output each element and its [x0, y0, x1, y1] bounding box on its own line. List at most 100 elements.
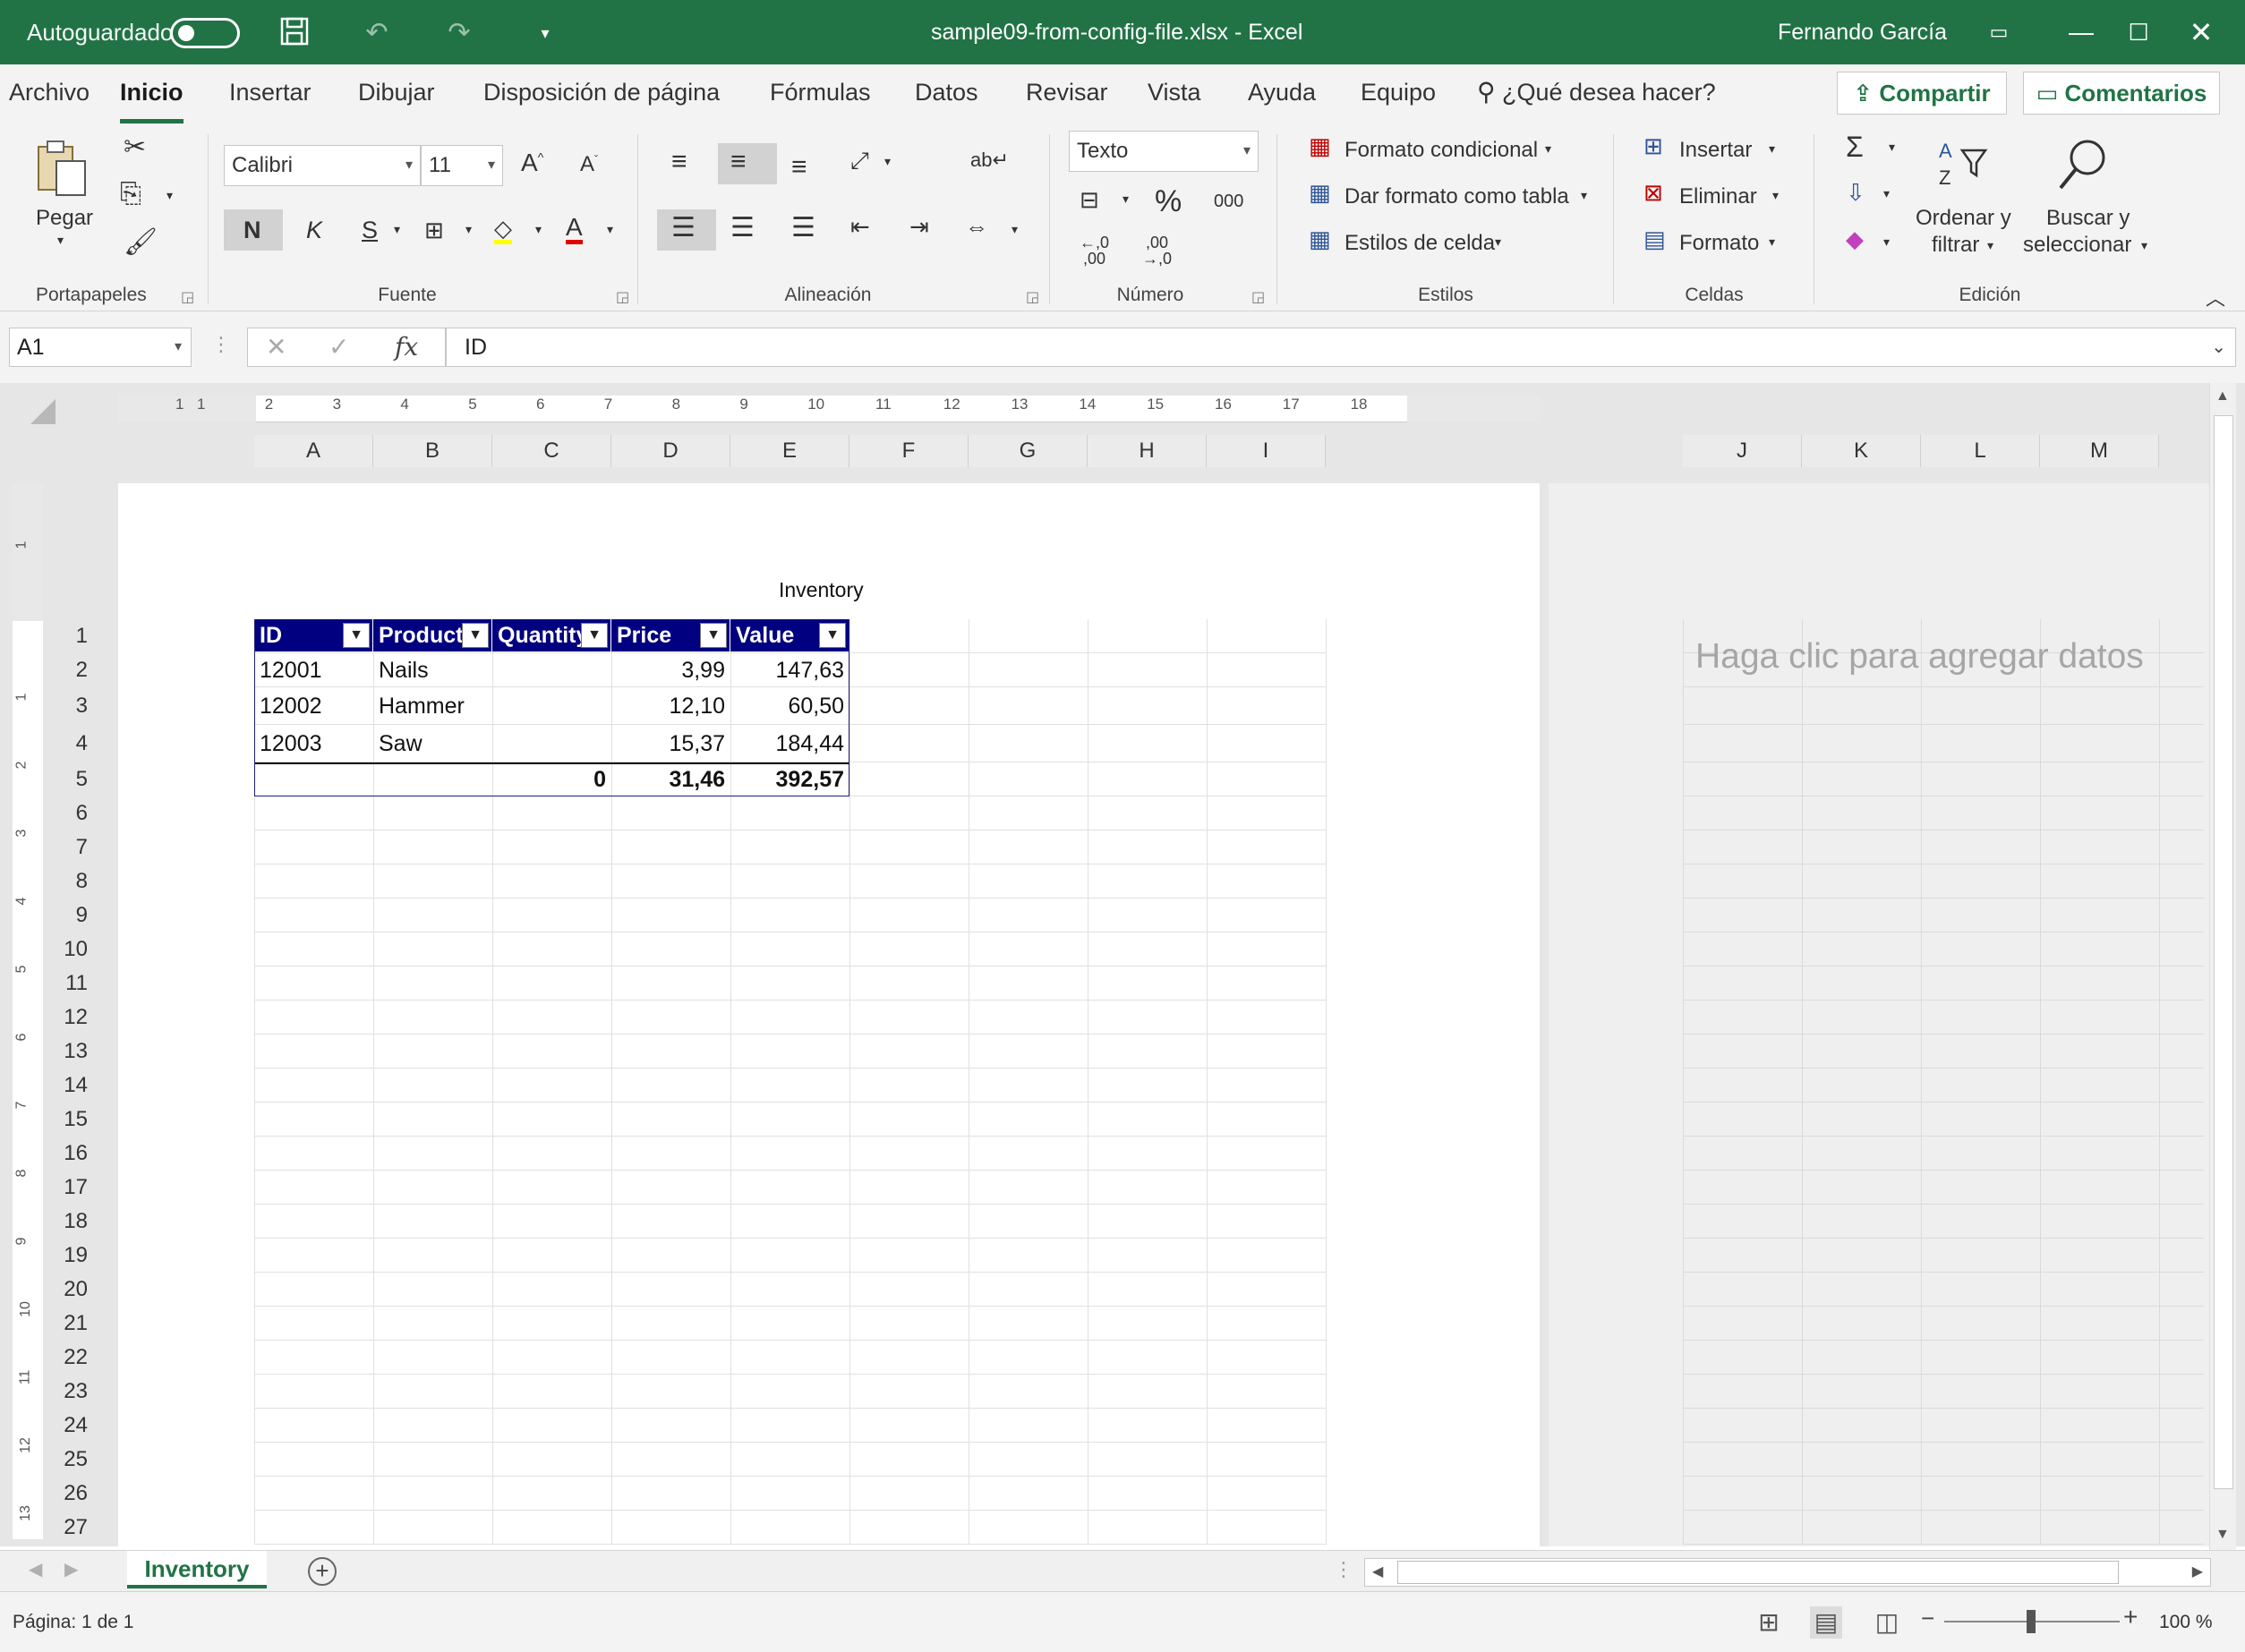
sort-filter-label-1[interactable]: Ordenar y [1916, 206, 2011, 231]
table-cell[interactable]: 60,50 [730, 687, 849, 725]
find-select-label-2[interactable]: seleccionar [2023, 233, 2131, 258]
fill-icon[interactable]: ⇩ [1846, 181, 1865, 204]
row-header[interactable]: 18 [47, 1205, 90, 1239]
total-cell[interactable] [373, 762, 492, 796]
total-cell[interactable]: 392,57 [730, 762, 849, 796]
font-name-box[interactable]: Calibri ▾ [224, 145, 421, 186]
tell-me-box[interactable]: ⚲ ¿Qué desea hacer? [1477, 64, 1716, 123]
row-header[interactable]: 26 [47, 1477, 90, 1511]
bold-button[interactable]: N [243, 217, 261, 244]
increase-decimal-icon[interactable]: ←,0,00 [1080, 234, 1109, 267]
borders-icon[interactable]: ⊞ [424, 218, 444, 242]
decrease-decimal-icon[interactable]: ,00 →,0 [1142, 234, 1172, 267]
row-header[interactable]: 3 [47, 687, 90, 725]
insert-function-icon[interactable]: fx [395, 332, 418, 362]
comments-button[interactable]: ▭ Comentarios [2023, 72, 2220, 115]
row-header[interactable]: 19 [47, 1239, 90, 1273]
table-cell[interactable]: 12,10 [611, 687, 730, 725]
table-cell[interactable]: 15,37 [611, 725, 730, 762]
cell-styles-dropdown-icon[interactable]: ▾ [1495, 234, 1501, 250]
total-cell[interactable]: 31,46 [611, 762, 730, 796]
column-header[interactable]: H [1088, 435, 1207, 467]
zoom-slider-thumb[interactable] [2027, 1610, 2036, 1633]
table-cell[interactable]: Hammer [373, 687, 492, 725]
decrease-indent-icon[interactable]: ⇤ [850, 215, 870, 238]
row-header[interactable]: 17 [47, 1171, 90, 1205]
row-header[interactable]: 1 [47, 619, 90, 653]
italic-button[interactable]: K [306, 217, 322, 244]
add-sheet-icon[interactable]: + [308, 1557, 337, 1586]
orientation-icon[interactable]: ⤢ [850, 149, 869, 172]
paste-label[interactable]: Pegar [36, 206, 93, 231]
prev-sheet-icon[interactable]: ◀ [29, 1558, 42, 1580]
enter-icon[interactable]: ✓ [329, 332, 349, 362]
formula-input[interactable]: ID ⌄ [446, 328, 2236, 367]
tab-datos[interactable]: Datos [915, 64, 978, 123]
merge-dropdown-icon[interactable]: ▾ [1012, 222, 1018, 237]
horizontal-scroll-thumb[interactable] [1397, 1561, 2119, 1584]
filter-dropdown-icon[interactable]: ▼ [700, 623, 727, 648]
align-bottom-icon[interactable]: ≡ [791, 154, 807, 181]
copy-dropdown-icon[interactable]: ▾ [166, 188, 173, 203]
vertical-scrollbar[interactable]: ▲ ▼ [2209, 383, 2236, 1552]
row-header[interactable]: 15 [47, 1103, 90, 1137]
accounting-format-icon[interactable]: ⊟ [1080, 188, 1099, 211]
row-header[interactable]: 13 [47, 1035, 90, 1069]
user-name[interactable]: Fernando García [1778, 0, 1947, 64]
conditional-format-button[interactable]: Formato condicional [1344, 138, 1538, 163]
table-cell[interactable]: 12001 [254, 653, 373, 687]
clear-icon[interactable]: ◆ [1846, 227, 1864, 251]
delete-dropdown-icon[interactable]: ▾ [1772, 188, 1779, 203]
row-header[interactable]: 25 [47, 1443, 90, 1477]
wrap-text-icon[interactable]: ab↵ [970, 150, 1009, 170]
total-cell[interactable]: 0 [492, 762, 611, 796]
row-header[interactable]: 27 [47, 1511, 90, 1545]
filter-dropdown-icon[interactable]: ▼ [819, 623, 846, 648]
name-box[interactable]: A1 ▾ [9, 328, 192, 367]
filter-dropdown-icon[interactable]: ▼ [343, 623, 370, 648]
row-header[interactable]: 8 [47, 864, 90, 898]
table-cell[interactable]: 12002 [254, 687, 373, 725]
autosave-toggle[interactable] [170, 18, 240, 48]
format-as-table-dropdown-icon[interactable]: ▾ [1581, 188, 1587, 203]
table-cell[interactable] [492, 653, 611, 687]
underline-dropdown-icon[interactable]: ▾ [394, 222, 400, 237]
sort-filter-dropdown-icon[interactable]: ▾ [1987, 238, 1993, 253]
number-format-box[interactable]: Texto ▾ [1069, 131, 1259, 172]
tab-split-grip-icon[interactable]: ⋮ [1334, 1558, 1353, 1581]
row-header[interactable]: 21 [47, 1307, 90, 1341]
zoom-out-icon[interactable]: − [1921, 1605, 1934, 1632]
tab-formulas[interactable]: Fórmulas [770, 64, 871, 123]
row-header[interactable]: 16 [47, 1137, 90, 1171]
number-launcher-icon[interactable]: ◲ [1251, 288, 1265, 306]
font-launcher-icon[interactable]: ◲ [616, 288, 629, 306]
font-size-box[interactable]: 11 ▾ [421, 145, 503, 186]
expand-formula-bar-icon[interactable]: ⌄ [2211, 328, 2226, 366]
align-left-icon[interactable]: ☰ [671, 215, 696, 242]
row-header[interactable]: 10 [47, 932, 90, 967]
autosum-icon[interactable]: Σ [1846, 132, 1864, 161]
cell-styles-button[interactable]: Estilos de celda [1344, 231, 1495, 256]
zoom-in-icon[interactable]: + [2123, 1603, 2138, 1631]
table-cell[interactable]: Nails [373, 653, 492, 687]
column-header[interactable]: L [1921, 435, 2040, 467]
column-header[interactable]: J [1683, 435, 1802, 467]
format-cells-button[interactable]: Formato [1679, 231, 1759, 256]
total-cell[interactable] [254, 762, 373, 796]
underline-button[interactable]: S [362, 217, 378, 244]
select-all-icon[interactable] [27, 396, 59, 428]
accounting-dropdown-icon[interactable]: ▾ [1122, 192, 1129, 207]
fill-dropdown-icon[interactable]: ▾ [1883, 186, 1890, 201]
autosum-dropdown-icon[interactable]: ▾ [1889, 140, 1895, 155]
horizontal-scrollbar[interactable]: ◀ ▶ [1364, 1558, 2211, 1587]
increase-font-icon[interactable]: A^ [521, 150, 543, 175]
tab-insertar[interactable]: Insertar [229, 64, 312, 123]
ribbon-display-options-icon[interactable]: ▭ [1976, 13, 2021, 52]
find-select-icon[interactable] [2055, 136, 2113, 199]
delete-cells-button[interactable]: Eliminar [1679, 184, 1757, 209]
align-top-icon[interactable]: ≡ [671, 149, 687, 175]
column-header[interactable]: G [969, 435, 1088, 467]
orientation-dropdown-icon[interactable]: ▾ [884, 154, 891, 169]
close-icon[interactable]: ✕ [2179, 13, 2224, 52]
row-header[interactable]: 23 [47, 1375, 90, 1409]
